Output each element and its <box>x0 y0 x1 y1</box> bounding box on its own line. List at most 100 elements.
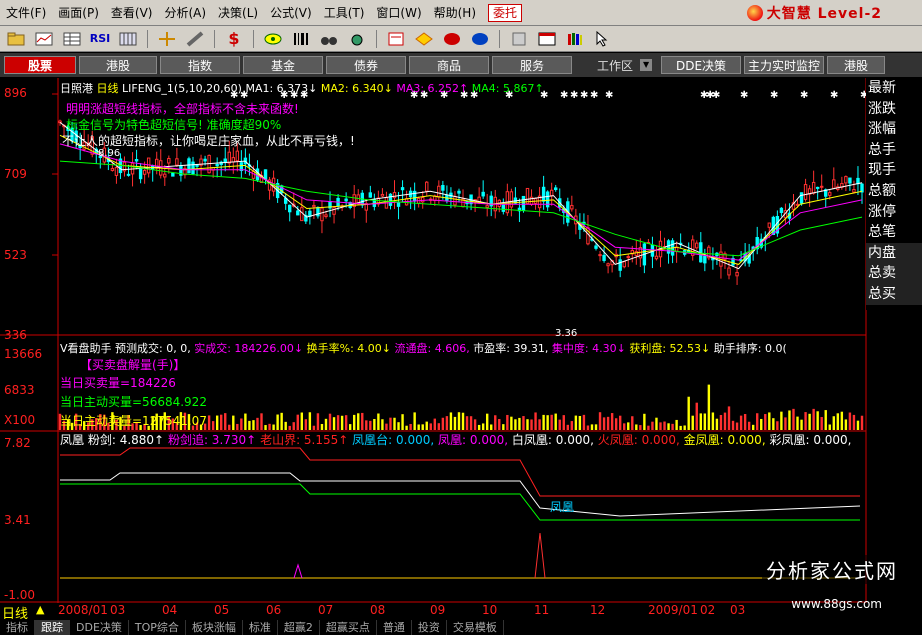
candle-body <box>126 173 131 176</box>
candle-body <box>832 179 836 189</box>
candle-body <box>570 205 574 210</box>
market-fund-button[interactable]: 基金 <box>243 56 323 74</box>
diamond-icon[interactable] <box>412 29 436 49</box>
main-monitor-button[interactable]: 主力实时监控 <box>744 56 825 74</box>
volume-bar <box>602 417 606 430</box>
market-bond-button[interactable]: 债券 <box>326 56 406 74</box>
fire-phoenix: 火凤凰: 0.000, <box>597 433 680 447</box>
entrust-button[interactable]: 委托 <box>488 3 523 22</box>
candle-body <box>300 207 304 222</box>
volume-bar <box>393 417 396 430</box>
volume-bar <box>618 415 622 430</box>
blue-badge-icon[interactable] <box>468 29 492 49</box>
menu-decision[interactable]: 决策(L) <box>212 3 264 23</box>
volume-bar <box>727 406 731 430</box>
quote-limit-up[interactable]: 涨停 <box>866 202 922 223</box>
volume-bar <box>381 419 384 430</box>
candle-body <box>703 255 707 264</box>
tab-sector[interactable]: 板块涨幅 <box>186 620 243 635</box>
dollar-icon[interactable]: $ <box>222 29 246 49</box>
menu-analysis[interactable]: 分析(A) <box>158 3 212 23</box>
market-service-button[interactable]: 服务 <box>492 56 572 74</box>
menu-file[interactable]: 文件(F) <box>0 3 52 23</box>
eye-icon[interactable] <box>261 29 285 49</box>
gold-phoenix: 金凤凰: 0.000, <box>683 433 766 447</box>
barcode-icon[interactable] <box>289 29 313 49</box>
market-commodity-button[interactable]: 商品 <box>409 56 489 74</box>
volume-bar <box>562 415 565 430</box>
alarm-icon[interactable] <box>345 29 369 49</box>
volume-bar <box>385 423 388 430</box>
date-label: 11 <box>534 603 550 617</box>
quote-change[interactable]: 涨跌 <box>866 99 922 120</box>
market-index-button[interactable]: 指数 <box>160 56 240 74</box>
volume-bar <box>695 402 698 430</box>
hk-stocks-button[interactable]: 港股 <box>827 56 886 74</box>
tab-top[interactable]: TOP综合 <box>129 620 186 635</box>
volume-bar <box>788 410 791 430</box>
quote-change-pct[interactable]: 涨幅 <box>866 119 922 140</box>
workspace-label[interactable]: 工作区 <box>593 57 637 74</box>
quote-total-amount[interactable]: 总额 <box>866 181 922 202</box>
tab-track[interactable]: 跟踪 <box>35 620 70 635</box>
quote-inner-volume[interactable]: 内盘 <box>866 242 922 264</box>
tab-indicator[interactable]: 指标 <box>0 620 35 635</box>
binoculars-icon[interactable] <box>317 29 341 49</box>
workspace-dropdown-icon[interactable]: ▼ <box>640 59 653 71</box>
volume-bar <box>417 424 420 430</box>
date-label: 10 <box>482 603 498 617</box>
note-icon[interactable] <box>384 29 408 49</box>
crosshair-icon[interactable] <box>155 29 179 49</box>
market-hk-button[interactable]: 港股 <box>79 56 157 74</box>
tab-super2[interactable]: 超赢2 <box>278 620 320 635</box>
tab-normal[interactable]: 普通 <box>377 620 412 635</box>
tab-invest[interactable]: 投资 <box>412 620 447 635</box>
candle-body <box>594 245 598 249</box>
volume-bar <box>659 422 662 430</box>
quote-current-volume[interactable]: 现手 <box>866 160 922 181</box>
kline-chart-icon[interactable] <box>32 29 56 49</box>
volume-bar <box>679 425 682 430</box>
tab-dde[interactable]: DDE决策 <box>70 620 129 635</box>
menu-help[interactable]: 帮助(H) <box>428 3 482 23</box>
open-folder-icon[interactable] <box>4 29 28 49</box>
clipboard-icon[interactable] <box>507 29 531 49</box>
quote-total-trades[interactable]: 总笔 <box>866 222 922 243</box>
date-label: 09 <box>430 603 446 617</box>
quote-total-sell[interactable]: 总卖 <box>866 263 922 284</box>
ruler-icon[interactable] <box>183 29 207 49</box>
quote-total-buy[interactable]: 总买 <box>866 283 922 305</box>
volume-bar <box>429 423 432 430</box>
grid-icon[interactable] <box>116 29 140 49</box>
quote-latest[interactable]: 最新 <box>866 78 922 99</box>
signal-star: ✱ <box>712 90 720 101</box>
menu-view-page[interactable]: 画面(P) <box>52 3 105 23</box>
rsi-button[interactable]: RSI <box>88 29 112 49</box>
chart-area[interactable]: ✱ ✱ ✱ ✱ ✱ ✱ ✱ ✱ ✱ ✱ ✱ ✱ ✱ ✱ ✱ ✱ ✱ ✱ ✱ ✱ ✱ ✱ ✱ ✱ ✱ 896 709 523 33… <box>0 78 922 603</box>
volume-bar <box>328 413 332 430</box>
tab-trade-template[interactable]: 交易模板 <box>447 620 504 635</box>
volume-bar <box>671 423 674 430</box>
market-stocks-button[interactable]: 股票 <box>4 56 76 74</box>
volume-bar <box>582 414 586 430</box>
menu-formula[interactable]: 公式(V) <box>264 3 318 23</box>
candle-body <box>175 158 179 166</box>
tab-standard[interactable]: 标准 <box>243 620 278 635</box>
signal-star: ✱ <box>560 90 568 101</box>
date-label: 07 <box>318 603 334 617</box>
volume-bar <box>655 417 658 430</box>
menu-view[interactable]: 查看(V) <box>105 3 159 23</box>
red-badge-icon[interactable] <box>440 29 464 49</box>
dde-decision-button[interactable]: DDE决策 <box>661 56 742 74</box>
volume-bar <box>723 412 727 430</box>
cursor-help-icon[interactable] <box>591 29 615 49</box>
window-icon[interactable] <box>535 29 559 49</box>
volume-bar <box>296 414 299 430</box>
menu-window[interactable]: 窗口(W) <box>370 3 427 23</box>
table-icon[interactable] <box>60 29 84 49</box>
quote-total-volume[interactable]: 总手 <box>866 140 922 161</box>
menu-tools[interactable]: 工具(T) <box>318 3 371 23</box>
candle-body <box>521 195 526 211</box>
tab-super-buy[interactable]: 超赢买点 <box>320 620 377 635</box>
books-icon[interactable] <box>563 29 587 49</box>
